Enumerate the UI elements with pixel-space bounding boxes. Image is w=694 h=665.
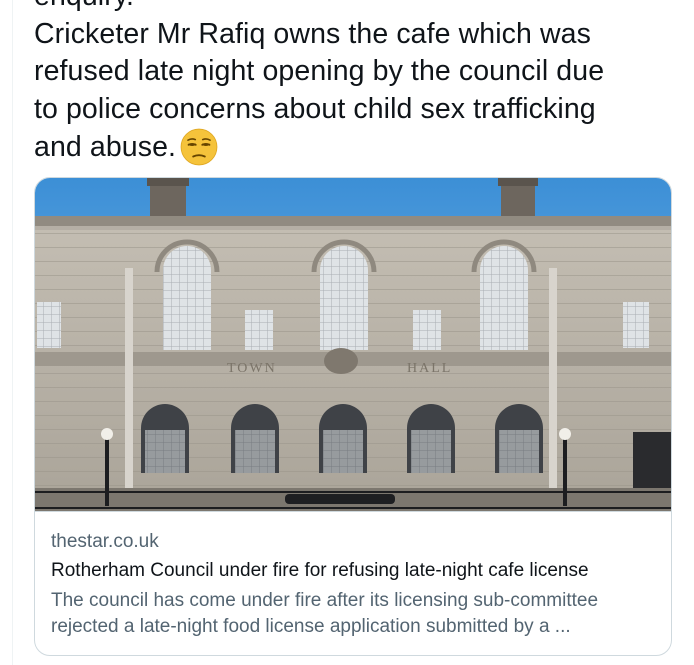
tweet-text-line: enquiry. [34, 0, 684, 16]
thread-divider [12, 0, 13, 665]
card-description: The council has come under fire after it… [51, 590, 599, 637]
building-lettering: HALL [407, 361, 452, 376]
tweet-text-fragment: and abuse. [34, 131, 177, 163]
card-divider [35, 511, 671, 512]
tweet-text-line: to police concerns about child sex traff… [34, 92, 596, 125]
tweet-text-line: refused late night opening by the counci… [34, 55, 605, 87]
building-lettering: TOWN [227, 361, 277, 376]
tweet-text: enquiry. Cricketer Mr Rafiq owns the caf… [34, 0, 684, 167]
link-preview-card[interactable]: TOWN HALL thestar.co.uk Rotherham Counci… [34, 177, 672, 656]
tweet-text-line: Cricketer Mr Rafiq owns the cafe which w… [34, 17, 591, 50]
card-title[interactable]: Rotherham Council under fire for refusin… [51, 560, 589, 582]
tweet-text-line: and abuse. [34, 128, 684, 167]
card-domain: thestar.co.uk [51, 531, 159, 552]
town-hall-photo[interactable]: TOWN HALL [35, 178, 671, 511]
unamused-face-icon [180, 128, 218, 166]
